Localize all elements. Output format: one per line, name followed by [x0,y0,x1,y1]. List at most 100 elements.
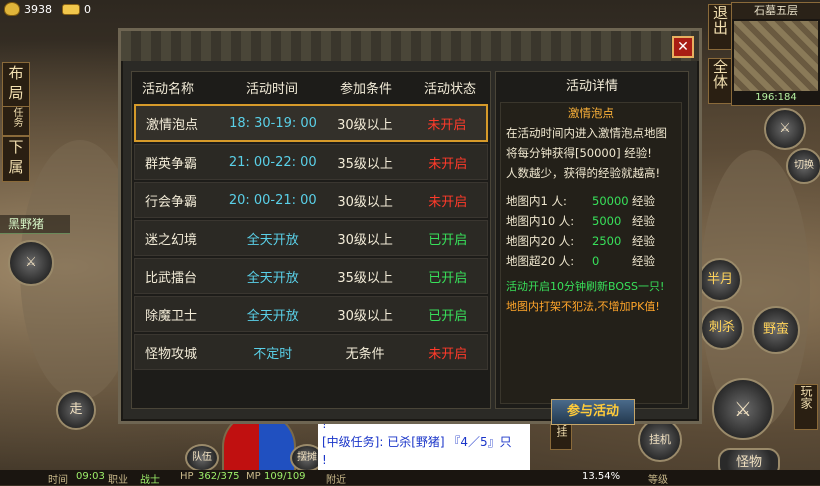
task-label: 任务 [11,107,22,127]
time-value: 09:03 [76,471,105,482]
activity-name: 怪物攻城 [145,346,198,362]
reward-unit: 经验 [632,194,655,208]
table-row[interactable]: 激情泡点 18: 30-19: 00 30级以上 未开启 [134,104,488,142]
activity-status: 未开启 [428,156,468,172]
reward-row: 地图内20 人: 2500 经验 [506,231,676,251]
activity-condition: 35级以上 [337,270,393,286]
activity-condition: 30级以上 [337,194,393,210]
activity-dialog: ✕ 活动名称 活动时间 参加条件 活动状态 激情泡点 18: 30-19: 00 3… [118,28,702,425]
header-name: 活动名称 [142,81,195,97]
reward-unit: 经验 [632,234,655,248]
attack-button[interactable]: ⚔ [712,378,774,440]
table-row[interactable]: 除魔卫士 全天开放 30级以上 已开启 [134,296,488,332]
layout-button[interactable]: 布 局 [2,62,30,108]
auto-hunt-button[interactable]: 挂机 [638,418,682,462]
activity-name: 迷之幻境 [145,232,198,248]
activity-time: 全天开放 [246,232,299,248]
map-name: 石墓五层 [732,3,820,19]
switch-button[interactable]: 切换 [786,148,820,184]
detail-title: 活动详情 [565,79,618,94]
job-value: 战士 [140,475,160,486]
reward-row: 地图内10 人: 5000 经验 [506,211,676,231]
job-label: 职业 [108,475,128,486]
detail-body: 激情泡点 在活动时间内进入激情泡点地图 将每分钟获得[50000] 经验! 人数… [500,102,682,425]
activity-status: 已开启 [428,308,468,324]
status-bar: 时间 09:03 职业 战士 HP 362/375 MP 109/109 附近 … [0,470,820,486]
activity-time: 21: 00-22: 00 [228,154,317,170]
skill-savage[interactable]: 野蛮 [752,306,800,354]
reward-value: 5000 [592,214,622,228]
mp-value: 109/109 [264,471,306,482]
nearby-tab[interactable]: 附近 [326,471,346,486]
minimap-view[interactable] [734,21,818,91]
activity-time: 全天开放 [246,308,299,324]
header-condition: 参加条件 [339,81,392,97]
reward-unit: 经验 [632,254,655,268]
activity-name: 群英争霸 [145,156,198,172]
table-row[interactable]: 行会争霸 20: 00-21: 00 30级以上 未开启 [134,182,488,218]
reward-value: 2500 [592,234,622,248]
player-button[interactable]: 玩家 [794,384,818,430]
hp-value: 362/375 [198,471,240,482]
sub-label-2: 属 [8,158,24,176]
layout-label-1: 布 [8,64,24,82]
auto-hunt-label: 挂机 [649,433,671,446]
walk-button[interactable]: 走 [56,390,96,430]
task-button[interactable]: 任务 [2,106,30,136]
team-button[interactable]: 队伍 [185,444,219,472]
mp-label: MP [246,471,261,482]
reward-value: 50000 [592,194,629,208]
table-row[interactable]: 怪物攻城 不定时 无条件 未开启 [134,334,488,370]
activity-status: 未开启 [428,346,468,362]
all-mode-button[interactable]: 全体 [708,58,732,104]
subordinate-button[interactable]: 下 属 [2,136,30,182]
activity-time: 20: 00-21: 00 [228,192,317,208]
reward-row: 地图超20 人: 0 经验 [506,251,676,271]
table-row[interactable]: 群英争霸 21: 00-22: 00 35级以上 未开启 [134,144,488,180]
skill-halfmoon[interactable]: 半月 [698,258,742,302]
activity-table: 活动名称 活动时间 参加条件 活动状态 激情泡点 18: 30-19: 00 30级… [131,71,491,409]
reward-players: 地图内1 人: [506,194,567,208]
dialog-header [121,31,699,61]
activity-condition: 35级以上 [337,156,393,172]
detail-desc: 将每分钟获得[50000] 经验! [506,146,652,160]
activity-status: 未开启 [427,117,467,133]
time-label: 时间 [48,475,68,486]
gold-icon [4,2,20,16]
activity-condition: 无条件 [345,346,385,362]
resource-bar: 3938 0 [4,2,91,16]
close-button[interactable]: ✕ [672,36,694,58]
reward-value: 0 [592,254,600,268]
activity-name: 比武擂台 [145,270,198,286]
activity-status: 未开启 [428,194,468,210]
chat-panel[interactable]: ! [中级任务]: 已杀[野猪] 『4／5』只 ! [318,415,530,477]
skill-icon[interactable]: ⚔ [764,108,806,150]
exit-button[interactable]: 退出 [708,4,732,50]
exp-percent: 13.54% [582,471,621,482]
player-label: 玩家 [799,385,813,409]
level-label: 等级 [648,475,668,486]
activity-time: 全天开放 [246,270,299,286]
skill-thrust[interactable]: 刺杀 [700,306,744,350]
table-row[interactable]: 迷之幻境 全天开放 30级以上 已开启 [134,220,488,256]
table-row[interactable]: 比武擂台 全天开放 35级以上 已开启 [134,258,488,294]
reward-players: 地图内10 人: [506,214,575,228]
join-activity-button[interactable]: 参与活动 [551,399,635,425]
map-coords: 196:184 [732,91,820,105]
chat-line: ! [322,453,327,467]
activity-status: 已开启 [428,232,468,248]
detail-desc: 人数越少，获得的经验就越高! [506,166,661,180]
minimap[interactable]: 石墓五层 196:184 [731,2,820,106]
activity-name: 激情泡点 [146,117,199,133]
detail-activity-name: 激情泡点 [568,106,614,120]
sword-icon[interactable]: ⚔ [8,240,54,286]
target-name[interactable]: 黑野猪 [0,215,70,234]
activity-condition: 30级以上 [337,308,393,324]
activity-status: 已开启 [428,270,468,286]
activity-name: 除魔卫士 [145,308,198,324]
reward-row: 地图内1 人: 50000 经验 [506,191,676,211]
ingot-icon [62,3,80,15]
gold-count: 3938 [24,2,52,16]
reward-players: 地图内20 人: [506,234,575,248]
detail-note-boss: 活动开启10分钟刷新BOSS一只! [506,280,665,293]
